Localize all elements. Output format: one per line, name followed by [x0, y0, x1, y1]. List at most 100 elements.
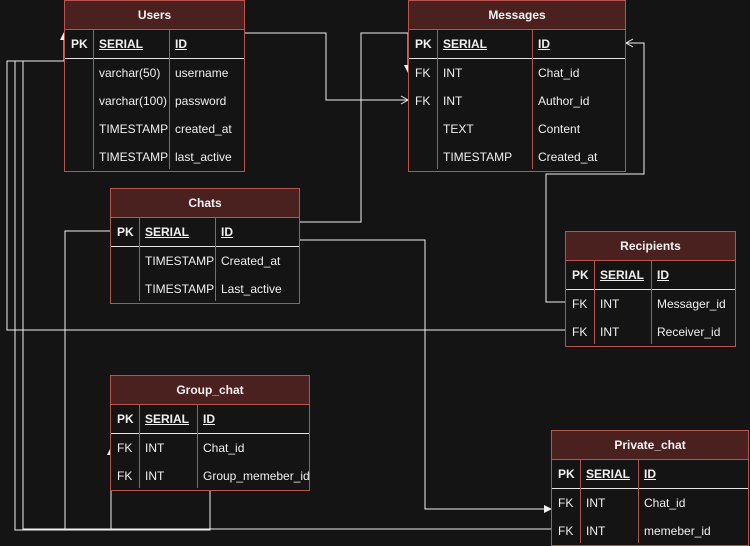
- key-cell: PK: [117, 412, 134, 426]
- field-cell: ID: [657, 268, 669, 282]
- primary-key-row: PK SERIAL ID: [552, 460, 748, 489]
- field-cell: ID: [221, 225, 233, 239]
- table-row: FK INT Chat_id: [409, 59, 625, 87]
- field-cell: Chat_id: [203, 441, 245, 455]
- column-separator: [532, 29, 533, 169]
- table-row: TEXT Content: [409, 115, 625, 143]
- column-separator: [215, 217, 216, 301]
- key-cell: PK: [572, 268, 589, 282]
- key-cell: [111, 275, 139, 303]
- primary-key-row: PK SERIAL ID: [409, 30, 625, 59]
- type-cell: INT: [586, 496, 606, 510]
- type-cell: INT: [600, 297, 620, 311]
- table-title: Chats: [111, 189, 299, 218]
- key-cell: [409, 115, 437, 143]
- field-cell: password: [175, 94, 227, 108]
- column-separator: [139, 404, 140, 488]
- column-separator: [93, 29, 94, 169]
- type-cell: TIMESTAMP: [145, 254, 215, 268]
- column-separator: [139, 217, 140, 301]
- table-row: varchar(50) username: [65, 59, 244, 87]
- field-cell: ID: [644, 467, 656, 481]
- field-cell: Created_at: [538, 150, 598, 164]
- type-cell: TIMESTAMP: [99, 122, 169, 136]
- type-cell: varchar(50): [99, 66, 161, 80]
- column-separator: [437, 29, 438, 169]
- table-row: FK INT memeber_id: [552, 517, 748, 545]
- table-row: TIMESTAMP Created_at: [409, 143, 625, 171]
- key-cell: PK: [71, 37, 88, 51]
- type-cell: SERIAL: [443, 37, 488, 51]
- table-row: FK INT Chat_id: [552, 489, 748, 517]
- column-separator: [580, 459, 581, 543]
- table-recipients[interactable]: Recipients PK SERIAL ID FK INT Messager_id FK IN…: [565, 231, 736, 347]
- arrowhead-open: [400, 95, 410, 105]
- table-title: Private_chat: [552, 431, 748, 460]
- field-cell: Receiver_id: [657, 325, 721, 339]
- field-cell: Chat_id: [644, 496, 686, 510]
- key-cell: FK: [415, 94, 431, 108]
- table-messages[interactable]: Messages PK SERIAL ID FK INT Chat_id FK INT Autho…: [408, 0, 626, 172]
- field-cell: created_at: [175, 122, 232, 136]
- connector-chats-privatechat: [300, 239, 551, 510]
- type-cell: INT: [145, 441, 165, 455]
- type-cell: SERIAL: [145, 225, 190, 239]
- type-cell: TIMESTAMP: [443, 150, 513, 164]
- table-row: TIMESTAMP created_at: [65, 115, 244, 143]
- table-title: Messages: [409, 1, 625, 30]
- column-separator: [169, 29, 170, 169]
- key-cell: FK: [558, 524, 574, 538]
- key-cell: FK: [572, 297, 588, 311]
- type-cell: TEXT: [443, 122, 474, 136]
- field-cell: Messager_id: [657, 297, 726, 311]
- type-cell: INT: [145, 469, 165, 483]
- key-cell: [65, 143, 93, 171]
- key-cell: [65, 59, 93, 87]
- field-cell: Chat_id: [538, 66, 580, 80]
- type-cell: INT: [600, 325, 620, 339]
- key-cell: PK: [415, 37, 432, 51]
- arrowhead-open: [624, 38, 634, 48]
- key-cell: PK: [117, 225, 134, 239]
- field-cell: ID: [203, 412, 215, 426]
- field-cell: Author_id: [538, 94, 590, 108]
- key-cell: FK: [117, 469, 133, 483]
- type-cell: INT: [443, 94, 463, 108]
- table-chats[interactable]: Chats PK SERIAL ID TIMESTAMP Created_at TIMEST…: [110, 188, 300, 304]
- key-cell: [65, 115, 93, 143]
- table-group-chat[interactable]: Group_chat PK SERIAL ID FK INT Chat_id FK INT Gro…: [110, 375, 310, 491]
- table-users[interactable]: Users PK SERIAL ID varchar(50) username varcha…: [64, 0, 245, 172]
- field-cell: username: [175, 66, 229, 80]
- field-cell: Content: [538, 122, 581, 136]
- table-row: TIMESTAMP last_active: [65, 143, 244, 171]
- type-cell: SERIAL: [145, 412, 190, 426]
- table-row: varchar(100) password: [65, 87, 244, 115]
- field-cell: Group_memeber_id: [203, 469, 309, 483]
- type-cell: INT: [443, 66, 463, 80]
- key-cell: FK: [415, 66, 431, 80]
- table-row: FK INT Author_id: [409, 87, 625, 115]
- type-cell: TIMESTAMP: [145, 282, 215, 296]
- table-row: FK INT Chat_id: [111, 434, 309, 462]
- field-cell: ID: [175, 37, 187, 51]
- column-separator: [594, 260, 595, 344]
- table-row: FK INT Group_memeber_id: [111, 462, 309, 490]
- type-cell: SERIAL: [586, 467, 631, 481]
- table-title: Group_chat: [111, 376, 309, 405]
- column-separator: [197, 404, 198, 488]
- field-cell: last_active: [175, 150, 232, 164]
- type-cell: varchar(100): [99, 94, 168, 108]
- type-cell: SERIAL: [99, 37, 144, 51]
- key-cell: FK: [572, 325, 588, 339]
- connector-users-messages: [245, 32, 408, 101]
- key-cell: FK: [117, 441, 133, 455]
- key-cell: FK: [558, 496, 574, 510]
- type-cell: TIMESTAMP: [99, 150, 169, 164]
- table-private-chat[interactable]: Private_chat PK SERIAL ID FK INT Chat_id FK INT m…: [551, 430, 749, 546]
- type-cell: INT: [586, 524, 606, 538]
- primary-key-row: PK SERIAL ID: [65, 30, 244, 59]
- table-title: Users: [65, 1, 244, 30]
- connector-chats-groupchat: [64, 230, 110, 530]
- field-cell: Last_active: [221, 282, 282, 296]
- field-cell: ID: [538, 37, 550, 51]
